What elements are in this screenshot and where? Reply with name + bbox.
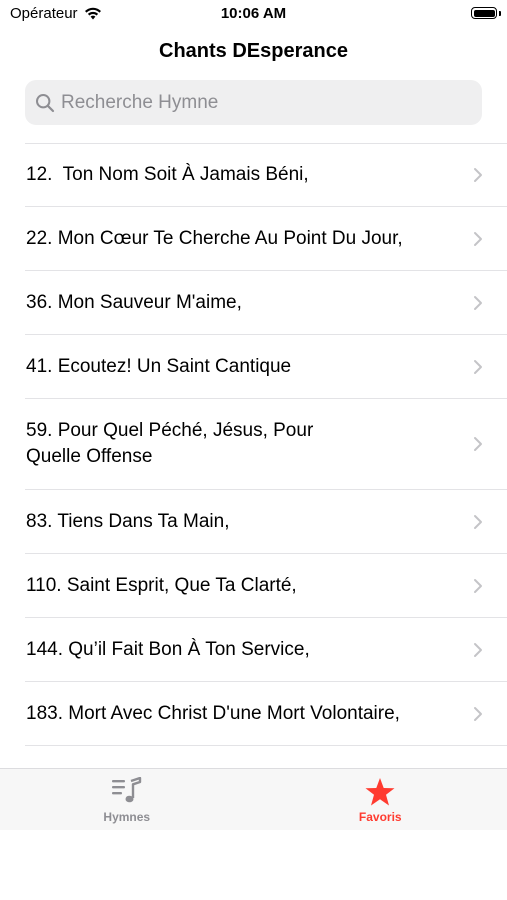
star-icon <box>365 778 395 806</box>
list-item[interactable]: 59. Pour Quel Péché, Jésus, Pour Quelle … <box>25 399 507 490</box>
chevron-right-icon <box>474 231 482 246</box>
chevron-right-icon <box>474 514 482 529</box>
chevron-right-icon <box>474 295 482 310</box>
search-input[interactable] <box>61 91 461 114</box>
tab-favoris[interactable]: Favoris <box>254 769 507 830</box>
list-item[interactable]: 22. Mon Cœur Te Cherche Au Point Du Jour… <box>25 207 507 271</box>
chevron-right-icon <box>474 578 482 593</box>
hymn-title: 183. Mort Avec Christ D'une Mort Volonta… <box>26 702 400 724</box>
status-bar: Opérateur 10:06 AM <box>0 0 507 28</box>
list-item[interactable]: 183. Mort Avec Christ D'une Mort Volonta… <box>25 682 507 746</box>
hymn-title: 12. Ton Nom Soit À Jamais Béni, <box>26 163 309 185</box>
hymn-title: 36. Mon Sauveur M'aime, <box>26 291 242 313</box>
music-list-icon <box>111 777 141 803</box>
list-item[interactable]: 144. Qu’il Fait Bon À Ton Service, <box>25 618 507 682</box>
status-time: 10:06 AM <box>220 5 287 22</box>
battery-cap <box>499 11 501 16</box>
hymn-title: 59. Pour Quel Péché, Jésus, Pour Quelle … <box>26 420 314 467</box>
hymn-title: 83. Tiens Dans Ta Main, <box>26 510 230 532</box>
chevron-right-icon <box>474 642 482 657</box>
tab-label: Hymnes <box>103 810 151 824</box>
chevron-right-icon <box>474 167 482 182</box>
tab-hymnes[interactable]: Hymnes <box>0 769 254 830</box>
hymn-title: 41. Ecoutez! Un Saint Cantique <box>26 355 292 377</box>
chevron-right-icon <box>474 359 482 374</box>
list-item[interactable]: 110. Saint Esprit, Que Ta Clarté, <box>25 554 507 618</box>
hymn-title: 144. Qu’il Fait Bon À Ton Service, <box>26 638 310 660</box>
battery-fill <box>473 9 495 17</box>
search-icon <box>36 93 55 112</box>
list-item[interactable]: 36. Mon Sauveur M'aime, <box>25 271 507 335</box>
tab-bar: Hymnes Favoris <box>0 768 507 830</box>
hymn-title: 110. Saint Esprit, Que Ta Clarté, <box>26 574 297 596</box>
app-screen: Opérateur 10:06 AM Chants DEsperance 12.… <box>0 0 507 830</box>
hymn-list: 12. Ton Nom Soit À Jamais Béni, 22. Mon … <box>0 143 507 746</box>
battery-icon <box>471 7 497 19</box>
search-bar[interactable] <box>25 80 482 125</box>
chevron-right-icon <box>474 437 482 451</box>
list-item[interactable]: 41. Ecoutez! Un Saint Cantique <box>25 335 507 399</box>
hymn-title: 22. Mon Cœur Te Cherche Au Point Du Jour… <box>26 227 403 249</box>
list-item[interactable]: 12. Ton Nom Soit À Jamais Béni, <box>25 143 507 207</box>
page-title: Chants DEsperance <box>159 40 348 62</box>
tab-label: Favoris <box>358 810 402 824</box>
chevron-right-icon <box>474 706 482 721</box>
list-item[interactable]: 83. Tiens Dans Ta Main, <box>25 490 507 554</box>
